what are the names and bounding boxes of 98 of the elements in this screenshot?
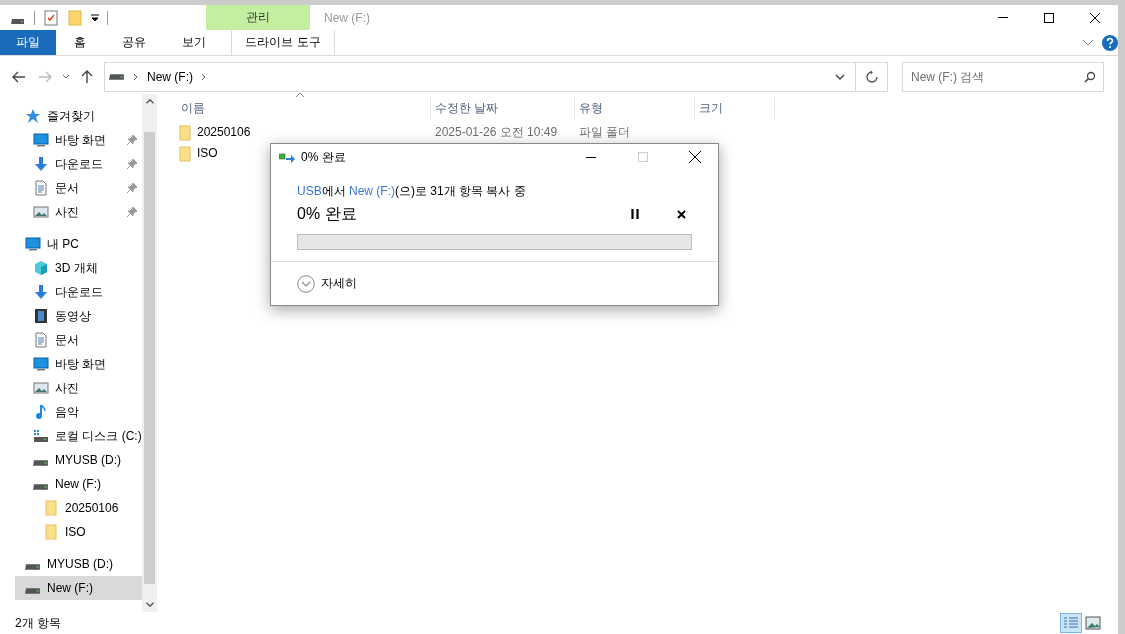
ribbon-tab[interactable]: 홈 <box>56 30 104 55</box>
up-arrow-icon <box>81 70 93 84</box>
table-cell-text: 파일 폴더 <box>578 124 632 141</box>
sidebar-item[interactable]: 바탕 화면 <box>15 352 142 376</box>
drive-icon <box>33 428 49 444</box>
maximize-icon <box>638 152 648 162</box>
sidebar-item[interactable]: 3D 개체 <box>15 256 142 280</box>
picture-icon <box>33 380 49 396</box>
copy-status-message: USB에서 New (F:)(으)로 31개 항목 복사 중 <box>297 183 527 200</box>
monitor-icon <box>25 236 41 252</box>
sidebar-item[interactable]: 로컬 디스크 (C:) <box>15 424 142 448</box>
back-arrow-icon <box>12 71 26 83</box>
ribbon-tab[interactable]: 드라이브 도구 <box>231 30 335 55</box>
folder-icon <box>43 500 59 516</box>
checklist-icon[interactable] <box>43 9 59 26</box>
drive-icon <box>33 460 49 466</box>
ribbon-tab[interactable]: 파일 <box>0 30 56 55</box>
chevron-up-icon[interactable] <box>145 99 154 104</box>
progress-heading: 0% 완료 <box>297 203 358 224</box>
column-header[interactable]: 이름 <box>177 97 431 119</box>
minimize-icon <box>586 156 596 158</box>
dialog-title: 0% 완료 <box>301 148 347 166</box>
chevron-right-icon <box>201 73 207 81</box>
search-icon <box>1084 71 1096 83</box>
table-cell-text: 2025-01-26 오전 10:49 <box>434 124 559 141</box>
picture-icon <box>33 204 49 220</box>
chevron-down-icon[interactable] <box>835 74 845 80</box>
sidebar-item[interactable]: 다운로드 <box>15 152 142 176</box>
sidebar-item[interactable]: 음악 <box>15 400 142 424</box>
down-arrow-icon <box>33 284 49 300</box>
file-name[interactable]: ISO <box>197 145 218 162</box>
pause-icon <box>631 209 639 219</box>
scrollbar[interactable] <box>142 94 157 612</box>
document-icon <box>33 332 49 348</box>
copy-icon <box>279 151 295 163</box>
sidebar-item[interactable]: 동영상 <box>15 304 142 328</box>
large-icons-view-button[interactable] <box>1082 613 1104 633</box>
chevron-circle-icon <box>297 274 315 293</box>
ribbon-tab[interactable]: 공유 <box>104 30 164 55</box>
sidebar-item[interactable]: 문서 <box>15 176 142 200</box>
sidebar-item[interactable]: New (F:) <box>15 472 142 496</box>
picture-icon <box>1085 616 1101 630</box>
sidebar-item[interactable]: 즐겨찾기 <box>15 104 142 128</box>
sidebar-item[interactable]: MYUSB (D:) <box>15 552 142 576</box>
location-link[interactable]: New (F:) <box>349 184 396 198</box>
help-icon[interactable] <box>1102 34 1118 51</box>
file-name[interactable]: 20250106 <box>197 124 251 141</box>
context-tab-group: 관리 <box>206 5 310 30</box>
refresh-button[interactable] <box>856 62 888 92</box>
monitor-icon <box>33 356 49 372</box>
close-icon <box>1090 12 1100 23</box>
column-header[interactable]: 크기 <box>695 97 775 119</box>
folder-icon <box>43 524 59 540</box>
folder-icon <box>177 124 193 141</box>
sidebar-item[interactable]: 사진 <box>15 376 142 400</box>
drive-icon <box>33 484 49 490</box>
star-icon <box>25 108 41 124</box>
chevron-down-icon[interactable] <box>145 602 154 607</box>
address-field[interactable]: New (F:) <box>104 62 856 92</box>
sidebar-item[interactable]: MYUSB (D:) <box>15 448 142 472</box>
close-icon <box>689 151 701 163</box>
location-link[interactable]: USB <box>297 184 322 198</box>
sidebar-item[interactable]: 다운로드 <box>15 280 142 304</box>
dropdown-icon[interactable] <box>91 13 99 22</box>
folder-icon <box>177 145 193 162</box>
chevron-right-icon <box>133 73 139 81</box>
sidebar-item[interactable]: 문서 <box>15 328 142 352</box>
column-header[interactable]: 수정한 날짜 <box>431 97 575 119</box>
sidebar-item[interactable]: New (F:) <box>15 576 142 600</box>
item-count: 2개 항목 <box>15 614 62 632</box>
cube-icon <box>33 260 49 276</box>
sidebar-item[interactable]: 내 PC <box>15 232 142 256</box>
search-field[interactable]: New (F:) 검색 <box>902 62 1104 92</box>
drive-icon <box>109 74 125 80</box>
sidebar-item[interactable]: 20250106 <box>15 496 142 520</box>
details-button[interactable]: 자세히 <box>297 274 357 293</box>
refresh-icon <box>865 71 878 83</box>
path-segment[interactable]: New (F:) <box>147 70 193 84</box>
maximize-icon <box>1044 12 1054 23</box>
ribbon-tab[interactable]: 보기 <box>164 30 224 55</box>
music-note-icon <box>33 404 49 420</box>
sidebar-item[interactable]: 사진 <box>15 200 142 224</box>
sidebar-item[interactable]: ISO <box>15 520 142 544</box>
forward-arrow-icon <box>38 71 52 83</box>
drive-icon <box>25 564 41 570</box>
minimize-icon <box>998 17 1008 18</box>
chevron-down-icon <box>62 74 70 80</box>
monitor-icon <box>33 132 49 148</box>
down-arrow-icon <box>33 156 49 172</box>
film-icon <box>33 308 49 324</box>
sidebar-item[interactable]: 바탕 화면 <box>15 128 142 152</box>
chevron-down-icon[interactable] <box>1082 38 1094 47</box>
window-title: New (F:) <box>323 9 371 27</box>
details-view-icon <box>1063 616 1079 630</box>
document-icon <box>33 180 49 196</box>
column-header[interactable]: 유형 <box>575 97 695 119</box>
drive-icon <box>25 588 41 594</box>
close-icon <box>676 209 686 219</box>
